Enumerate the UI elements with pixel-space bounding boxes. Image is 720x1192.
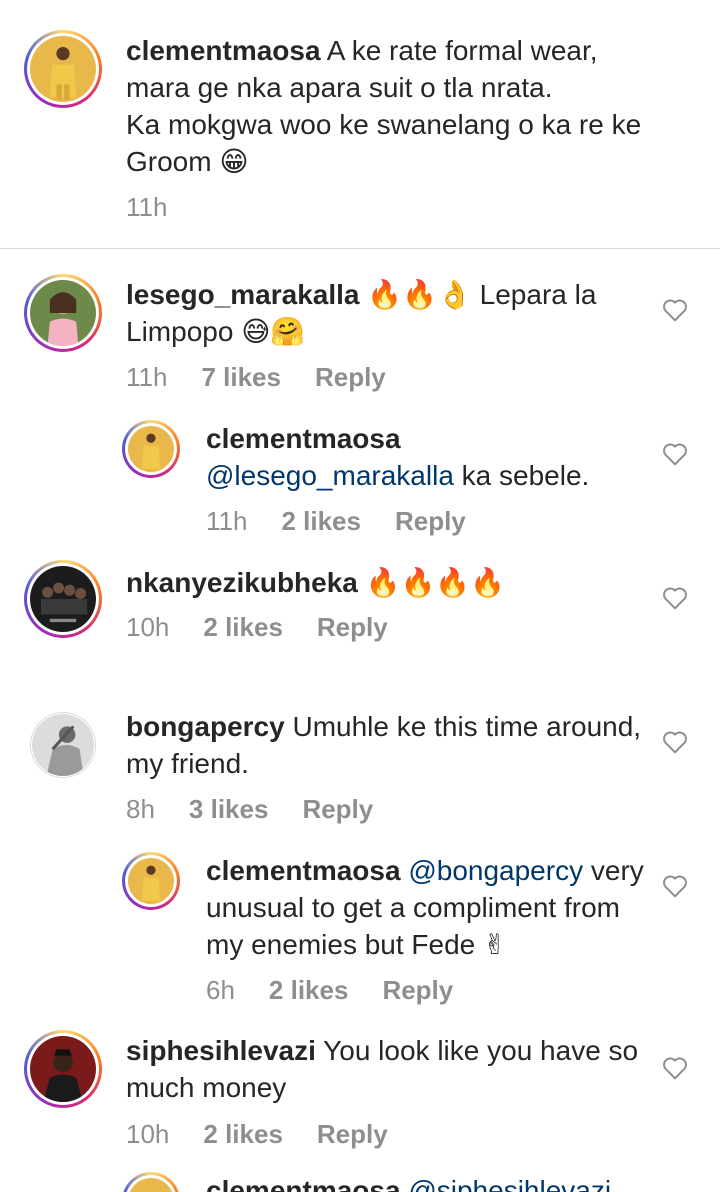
comment-text: my enemies but Fede (206, 929, 476, 960)
caption-avatar[interactable] (24, 30, 102, 108)
comment-text: ka sebele. (461, 460, 590, 491)
commenter-avatar[interactable] (122, 852, 180, 910)
comment-username[interactable]: bongapercy (126, 711, 285, 742)
comment-time: 6h (206, 975, 235, 1005)
caption-username[interactable]: clementmaosa (126, 35, 321, 66)
comment-likes[interactable]: 2 likes (281, 506, 361, 537)
reply-button[interactable]: Reply (395, 506, 466, 537)
comment-likes[interactable]: 7 likes (201, 362, 281, 393)
reply-button[interactable]: Reply (315, 362, 386, 393)
mention-link[interactable]: @lesego_marakalla (206, 460, 454, 491)
caption-text-4: Groom (126, 146, 212, 177)
comment-username[interactable]: lesego_marakalla (126, 279, 360, 310)
laugh-emoji: 😅🤗 (241, 315, 306, 348)
reply-button[interactable]: Reply (317, 612, 388, 643)
post-caption: clementmaosa A ke rate formal wear, mara… (0, 0, 720, 250)
comment-time: 10h (126, 1119, 170, 1149)
reply-button[interactable]: Reply (382, 975, 453, 1006)
comment-likes[interactable]: 2 likes (203, 612, 283, 643)
victory-emoji: ✌ (483, 928, 507, 961)
comment-text: very (590, 855, 644, 886)
fire-emoji: 🔥🔥👌 (367, 278, 472, 311)
comment-time: 11h (126, 362, 168, 392)
comment-text: Lepara la (479, 279, 597, 310)
commenter-avatar[interactable] (24, 274, 102, 352)
comment-time: 11h (206, 506, 248, 536)
grin-emoji: 😁 (219, 145, 249, 178)
comment-username[interactable]: siphesihlevazi (126, 1035, 316, 1066)
caption-text-1: A ke rate formal wear, (326, 35, 598, 66)
comment-text: Umuhle ke this time around, (292, 711, 642, 742)
reply-button[interactable]: Reply (317, 1119, 388, 1150)
reply-button[interactable]: Reply (302, 794, 373, 825)
comment-likes[interactable]: 3 likes (189, 794, 269, 825)
comment-time: 8h (126, 794, 155, 824)
heart-icon[interactable] (662, 1056, 688, 1080)
commenter-avatar[interactable] (122, 420, 180, 478)
comment-username[interactable]: clementmaosa (206, 855, 401, 886)
commenter-avatar[interactable] (24, 1030, 102, 1108)
caption-text-2: mara ge nka apara suit o tla nrata. (126, 72, 553, 103)
heart-icon[interactable] (662, 442, 688, 466)
heart-icon[interactable] (662, 730, 688, 754)
commenter-avatar[interactable] (30, 712, 96, 778)
comment-time: 10h (126, 612, 170, 642)
comment-username[interactable]: clementmaosa (206, 423, 401, 454)
comment-likes[interactable]: 2 likes (269, 975, 349, 1006)
commenter-avatar[interactable] (24, 560, 102, 638)
fire-emoji: 🔥🔥🔥🔥 (365, 566, 506, 599)
mention-link[interactable]: @bongapercy (408, 855, 583, 886)
comment-text: my friend. (126, 748, 249, 779)
comment-text: unusual to get a compliment from (206, 892, 620, 923)
comment-username[interactable]: clementmaosa (206, 1175, 401, 1192)
comment-text: You look like you have so (323, 1035, 639, 1066)
comment-text: much money (126, 1072, 287, 1103)
comment-likes[interactable]: 2 likes (203, 1119, 283, 1150)
commenter-avatar[interactable] (122, 1172, 180, 1192)
caption-time: 11h (126, 192, 168, 222)
comment-text: Limpopo (126, 316, 234, 347)
heart-icon[interactable] (662, 298, 688, 322)
caption-text-3: Ka mokgwa woo ke swanelang o ka re ke (126, 109, 642, 140)
mention-link[interactable]: @siphesihlevazi (408, 1175, 611, 1192)
heart-icon[interactable] (662, 874, 688, 898)
caption-divider (0, 248, 720, 249)
comment-username[interactable]: nkanyezikubheka (126, 567, 358, 598)
heart-icon[interactable] (662, 586, 688, 610)
